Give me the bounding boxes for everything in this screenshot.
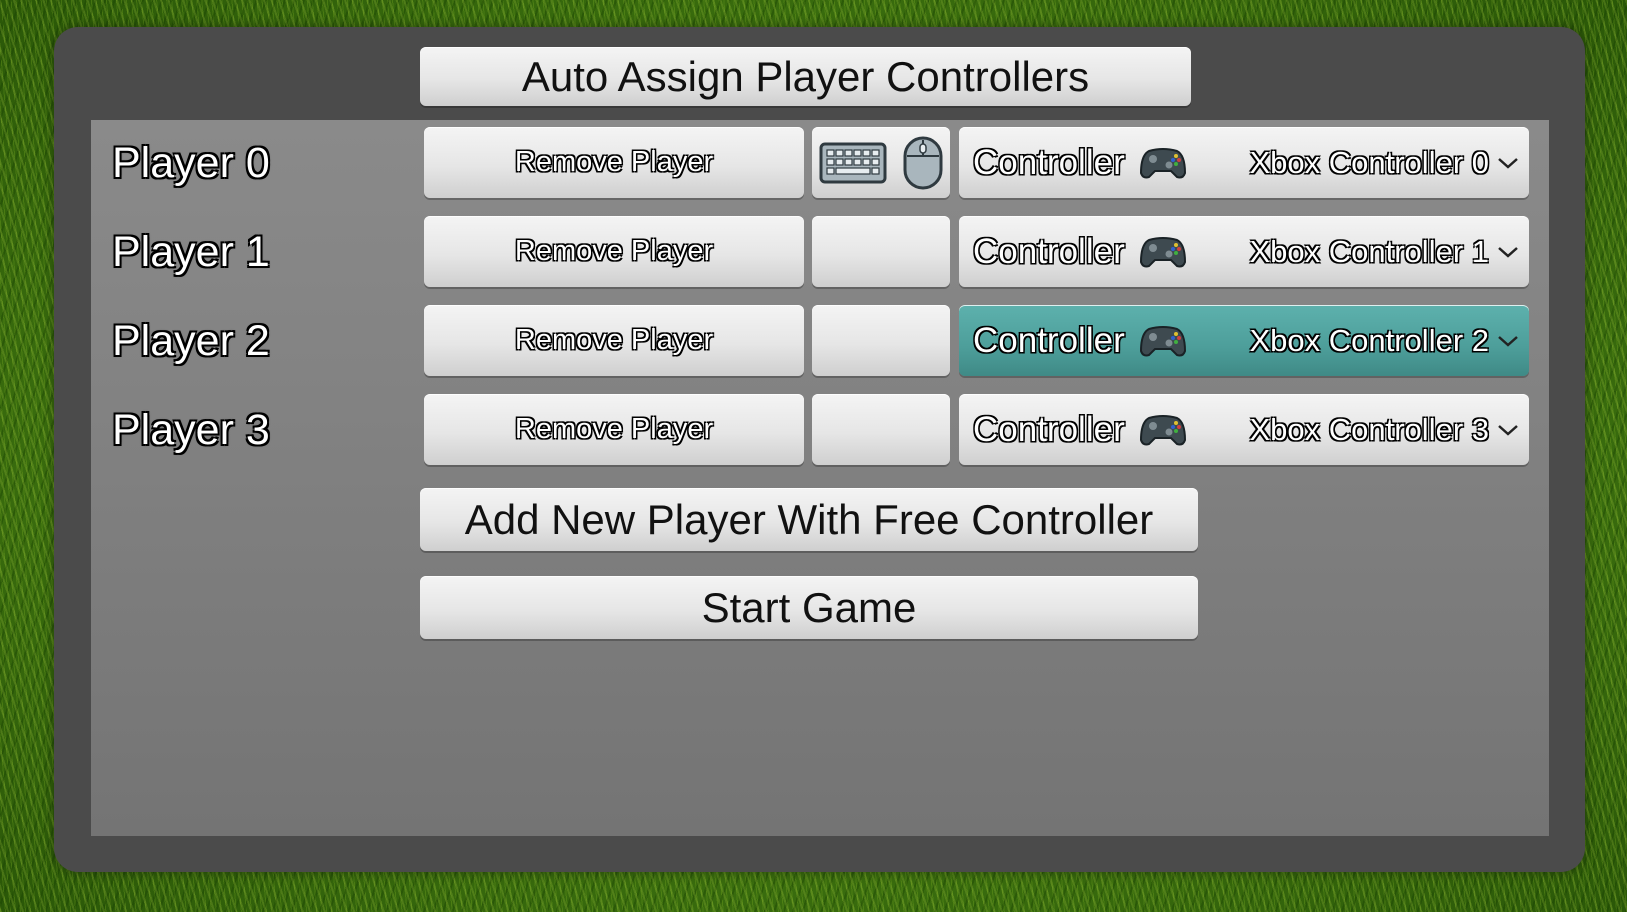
remove-player-button-0[interactable]: Remove Player xyxy=(424,127,804,198)
mouse-icon xyxy=(903,136,943,189)
add-new-player-button[interactable]: Add New Player With Free Controller xyxy=(420,488,1198,551)
input-device-box-0 xyxy=(812,127,950,198)
controller-selected-value: Xbox Controller 3 xyxy=(1249,411,1489,447)
controller-label: Controller xyxy=(973,409,1125,449)
chevron-down-icon xyxy=(1498,424,1518,436)
controller-dropdown-1[interactable]: Controller Xbox Controller 1 xyxy=(959,216,1529,287)
remove-player-button-2[interactable]: Remove Player xyxy=(424,305,804,376)
controller-dropdown-0[interactable]: Controller Xbox Controller 0 xyxy=(959,127,1529,198)
keyboard-icon xyxy=(819,142,887,183)
input-device-box-3 xyxy=(812,394,950,465)
controller-label: Controller xyxy=(973,142,1125,182)
controller-selected-value: Xbox Controller 2 xyxy=(1249,322,1489,358)
controller-dropdown-3[interactable]: Controller Xbox Controller 3 xyxy=(959,394,1529,465)
controller-selected-value: Xbox Controller 0 xyxy=(1249,144,1489,180)
controller-dropdown-2[interactable]: Controller Xbox Controller 2 xyxy=(959,305,1529,376)
gamepad-icon xyxy=(1139,325,1186,356)
gamepad-icon xyxy=(1139,414,1186,445)
input-device-box-2 xyxy=(812,305,950,376)
gamepad-icon xyxy=(1139,147,1186,178)
gamepad-icon xyxy=(1139,236,1186,267)
player-label-1: Player 1 xyxy=(112,228,270,276)
chevron-down-icon xyxy=(1498,246,1518,258)
player-label-3: Player 3 xyxy=(112,406,270,454)
player-label-2: Player 2 xyxy=(112,317,270,365)
player-label-0: Player 0 xyxy=(112,139,270,187)
chevron-down-icon xyxy=(1498,157,1518,169)
controller-selected-value: Xbox Controller 1 xyxy=(1249,233,1489,269)
start-game-button[interactable]: Start Game xyxy=(420,576,1198,639)
chevron-down-icon xyxy=(1498,335,1518,347)
remove-player-button-3[interactable]: Remove Player xyxy=(424,394,804,465)
input-device-box-1 xyxy=(812,216,950,287)
remove-player-button-1[interactable]: Remove Player xyxy=(424,216,804,287)
auto-assign-button[interactable]: Auto Assign Player Controllers xyxy=(420,47,1191,106)
controller-label: Controller xyxy=(973,231,1125,271)
controller-label: Controller xyxy=(973,320,1125,360)
